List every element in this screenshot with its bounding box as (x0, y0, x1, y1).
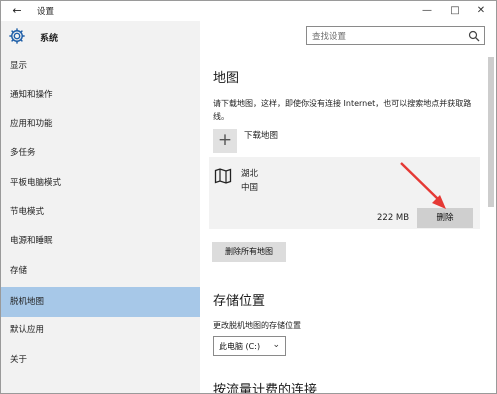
search-placeholder: 查找设置 (312, 32, 347, 42)
sidebar-item-power-sleep[interactable]: 电源和睡眠 (1, 228, 200, 255)
sidebar-item-battery-saver[interactable]: 节电模式 (1, 199, 200, 226)
storage-heading: 存储位置 (213, 294, 266, 309)
maps-description: 请下载地图，这样，即使你没有连接 Internet，也可以搜索地点并获取路线。 (213, 99, 472, 121)
storage-location-select[interactable]: 此电脑 (C:) ⌄ (213, 336, 286, 356)
settings-window: ← 设置 — □ ✕ 系统 显示 通知和操作 应用和功能 多任务 平板电脑模式 … (0, 0, 497, 394)
sidebar-header[interactable]: 系统 (1, 21, 200, 53)
maximize-icon[interactable]: □ (441, 1, 469, 21)
close-icon[interactable]: ✕ (467, 1, 495, 21)
annotation-arrow-icon (400, 162, 446, 209)
sidebar-item-about[interactable]: 关于 (1, 347, 200, 374)
sidebar: 系统 显示 通知和操作 应用和功能 多任务 平板电脑模式 节电模式 电源和睡眠 … (1, 21, 200, 393)
title-bar: ← 设置 — □ ✕ (1, 1, 496, 21)
sidebar-item-default-apps[interactable]: 默认应用 (1, 317, 200, 344)
map-icon (214, 168, 232, 184)
map-country: 中国 (241, 183, 259, 193)
scrollbar-thumb[interactable] (488, 57, 494, 207)
delete-all-maps-button[interactable]: 删除所有地图 (212, 242, 286, 262)
search-input[interactable]: 查找设置 (306, 26, 485, 45)
sidebar-item-storage[interactable]: 存储 (1, 258, 200, 285)
search-icon[interactable] (468, 30, 480, 42)
minimize-icon[interactable]: — (413, 1, 441, 21)
storage-location-label: 更改脱机地图的存储位置 (213, 321, 301, 330)
window-title: 设置 (37, 7, 55, 17)
sidebar-item-offline-maps[interactable]: 脱机地图 (1, 287, 200, 317)
plus-icon: + (217, 130, 233, 150)
map-region: 湖北 (241, 169, 259, 179)
sidebar-item-display[interactable]: 显示 (1, 53, 200, 80)
sidebar-item-notifications[interactable]: 通知和操作 (1, 82, 200, 109)
download-maps-button[interactable]: + (213, 129, 237, 153)
back-arrow-icon[interactable]: ← (10, 4, 24, 18)
metered-connection-heading: 按流量计费的连接 (213, 383, 318, 394)
gear-icon (9, 28, 25, 44)
chevron-down-icon: ⌄ (272, 340, 280, 350)
sidebar-header-label: 系统 (40, 34, 59, 44)
sidebar-item-apps[interactable]: 应用和功能 (1, 111, 200, 138)
storage-location-value: 此电脑 (C:) (219, 342, 261, 351)
sidebar-item-tablet-mode[interactable]: 平板电脑模式 (1, 170, 200, 197)
sidebar-item-multitasking[interactable]: 多任务 (1, 140, 200, 167)
download-maps-label[interactable]: 下载地图 (244, 129, 278, 141)
maps-heading: 地图 (213, 71, 240, 86)
main-pane: 地图 请下载地图，这样，即使你没有连接 Internet，也可以搜索地点并获取路… (200, 53, 486, 394)
